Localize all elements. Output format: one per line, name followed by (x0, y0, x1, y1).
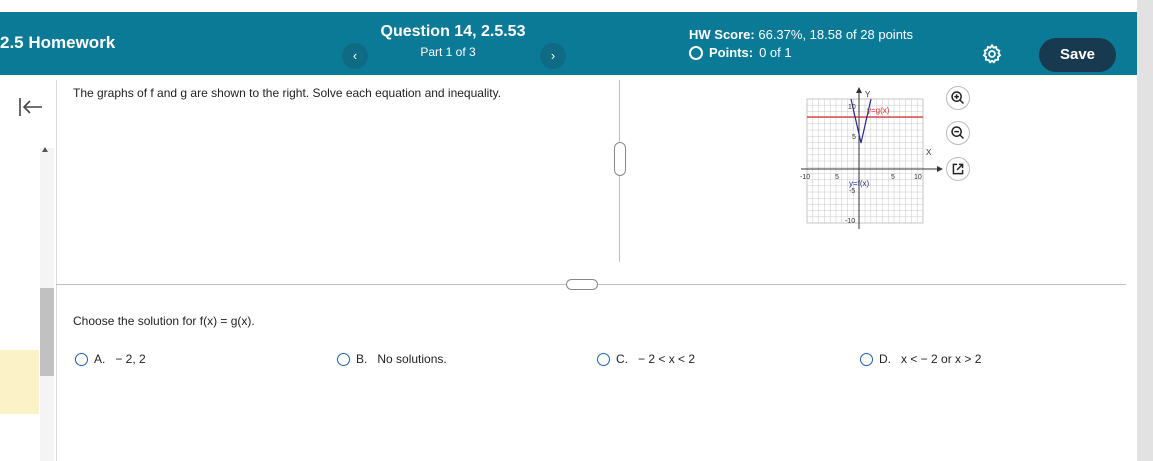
scroll-up-arrow-icon[interactable] (42, 147, 48, 152)
choose-instruction: Choose the solution for f(x) = g(x). (73, 314, 255, 328)
zoom-in-icon[interactable] (946, 86, 970, 110)
top-bar: 2.5 Homework ‹ Question 14, 2.5.53 Part … (0, 12, 1137, 75)
option-a[interactable]: A. − 2, 2 (75, 352, 146, 366)
question-prompt: The graphs of f and g are shown to the r… (73, 86, 502, 100)
option-b-text: No solutions. (377, 352, 447, 366)
points-ring-icon (689, 45, 703, 60)
option-d-text: x < − 2 or x > 2 (901, 352, 982, 366)
radio-a[interactable] (75, 352, 88, 366)
option-d[interactable]: D. x < − 2 or x > 2 (860, 352, 981, 366)
highlight-panel (0, 350, 39, 414)
g-graph-label: y=g(x) (867, 106, 890, 115)
question-part: Part 1 of 3 (420, 45, 476, 59)
option-b[interactable]: B. No solutions. (337, 352, 447, 366)
y-tick-neg-10: -10 (845, 218, 855, 225)
option-c-letter: C. (616, 352, 628, 366)
horizontal-resize-handle[interactable] (566, 279, 598, 290)
radio-c[interactable] (597, 352, 610, 366)
y-tick-neg-5: -5 (849, 188, 855, 195)
points-status: Points: 0 of 1 (689, 45, 792, 60)
x-tick-neg-10: -10 (800, 174, 810, 181)
option-c[interactable]: C. − 2 < x < 2 (597, 352, 695, 366)
y-tick-5: 5 (852, 134, 856, 141)
y-axis-label: Y (865, 90, 871, 99)
next-question-button[interactable]: › (540, 43, 566, 69)
option-b-letter: B. (356, 352, 368, 366)
gear-icon[interactable] (981, 43, 1003, 65)
vertical-resize-handle[interactable] (614, 142, 626, 176)
option-c-text: − 2 < x < 2 (638, 352, 696, 366)
question-title: Question 14, 2.5.53 (380, 23, 526, 40)
points-label: Points: (709, 45, 754, 60)
chevron-right-icon: › (550, 48, 556, 63)
option-d-letter: D. (879, 352, 891, 366)
save-button[interactable]: Save (1039, 38, 1116, 72)
option-a-letter: A. (94, 352, 106, 366)
collapse-panel-icon[interactable] (18, 96, 44, 118)
x-axis-label: X (926, 148, 932, 157)
points-value: 0 of 1 (759, 45, 792, 60)
option-a-text: − 2, 2 (115, 352, 146, 366)
left-scrollbar-thumb[interactable] (40, 288, 54, 376)
hw-score: HW Score: 66.37%, 18.58 of 28 points (689, 27, 913, 42)
x-axis-arrow-icon (937, 166, 943, 172)
f-graph-label: y=f(x) (849, 179, 870, 188)
radio-b[interactable] (337, 352, 350, 366)
function-graph: Y X y=g(x) y=f(x) 10 5 -5 -10 -10 5 5 10 (800, 87, 943, 229)
left-panel-border (56, 80, 57, 461)
x-tick-10: 10 (914, 174, 922, 181)
assignment-title: 2.5 Homework (0, 33, 116, 52)
x-tick-5: 5 (891, 174, 895, 181)
page-scrollbar[interactable] (1137, 0, 1153, 461)
radio-d[interactable] (860, 352, 873, 366)
y-axis-arrow-icon (856, 87, 862, 93)
popout-icon[interactable] (946, 157, 970, 181)
x-tick-neg-5: 5 (835, 174, 839, 181)
y-tick-10: 10 (848, 104, 856, 111)
zoom-out-icon[interactable] (946, 121, 970, 145)
chevron-left-icon: ‹ (352, 48, 358, 63)
hw-score-label: HW Score: (689, 27, 755, 42)
hw-score-value: 66.37%, 18.58 of 28 points (758, 27, 914, 42)
previous-question-button[interactable]: ‹ (342, 43, 368, 69)
